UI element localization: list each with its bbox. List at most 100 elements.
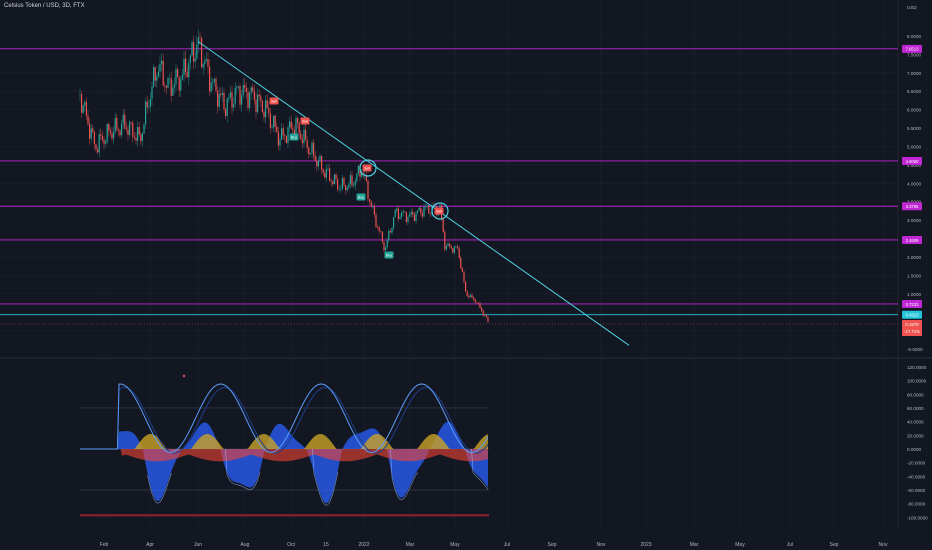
time-tick-label: Sep	[830, 542, 839, 548]
candle-body	[197, 37, 199, 45]
osc-tick-label: -40.0000	[907, 474, 926, 479]
candle-body	[337, 179, 339, 190]
candle-body	[236, 87, 238, 89]
osc-tick-label: -20.0000	[907, 461, 926, 466]
candle-body	[332, 181, 334, 185]
candle-body	[161, 60, 163, 65]
candle-body	[417, 210, 419, 213]
candle-body	[141, 133, 143, 142]
candle-body	[263, 112, 265, 118]
candle-body	[450, 245, 452, 249]
candle-body	[409, 214, 411, 217]
osc-tick-label: -100.0000	[907, 515, 928, 520]
time-tick-label: May	[450, 542, 460, 548]
candle-body	[250, 87, 252, 93]
osc-tick-label: 100.0000	[907, 379, 927, 384]
level-price-label: 0.7233	[906, 302, 919, 307]
candle-body	[330, 180, 332, 182]
candle-body	[295, 117, 297, 135]
candle-body	[442, 218, 444, 232]
candle-body	[484, 315, 486, 316]
candle-body	[322, 169, 324, 173]
candle-body	[154, 67, 156, 81]
currency-label: USD	[907, 5, 917, 10]
candle-body	[209, 66, 211, 92]
candle-body	[162, 60, 164, 86]
candle-body	[453, 246, 455, 253]
candle-body	[287, 127, 289, 144]
candle-body	[124, 114, 126, 128]
candle-body	[455, 246, 457, 248]
candle-body	[269, 113, 271, 128]
time-tick-label: Jul	[504, 542, 510, 548]
osc-blue-area	[80, 421, 488, 504]
time-tick-label: Aug	[241, 542, 250, 548]
candle-body	[167, 78, 169, 88]
candle-body	[111, 133, 113, 139]
candle-body	[199, 37, 201, 39]
candle-body	[101, 136, 103, 141]
candle-body	[252, 87, 254, 92]
time-tick-label: Feb	[100, 542, 109, 548]
price-tick-label: 4.0000	[907, 181, 921, 186]
candle-body	[223, 92, 225, 110]
candle-body	[327, 168, 329, 170]
candle-body	[114, 117, 116, 132]
candle-body	[156, 76, 158, 81]
candle-body	[477, 302, 479, 304]
candle-body	[103, 140, 105, 144]
candle-body	[149, 98, 151, 107]
candle-body	[266, 100, 268, 108]
candle-body	[311, 142, 313, 154]
candle-body	[377, 227, 379, 228]
signal-label: Sell	[271, 100, 277, 104]
candle-body	[255, 99, 257, 113]
candle-body	[186, 72, 188, 78]
time-tick-label: Sep	[548, 542, 557, 548]
candle-body	[325, 169, 327, 178]
candle-body	[290, 121, 292, 129]
candle-body	[241, 95, 243, 105]
candle-body	[281, 128, 283, 140]
candle-body	[385, 247, 387, 251]
candle-body	[345, 185, 347, 191]
chart-root: Celsius Token / USD, 3D, FTX Feb Apr Jun Au…	[0, 0, 932, 550]
candle-body	[221, 92, 223, 95]
candle-body	[268, 107, 270, 114]
candle-body	[276, 126, 278, 132]
candle-body	[306, 139, 308, 148]
candle-body	[159, 64, 161, 72]
time-tick-label: Mar	[690, 542, 699, 548]
candle-body	[125, 127, 127, 130]
candle-body	[233, 103, 235, 108]
candle-body	[415, 212, 417, 222]
candle-body	[105, 141, 107, 144]
chart-canvas[interactable]: Feb Apr Jun Aug Oct 15 2022 Mar May Jul Sep Nov 2023…	[0, 0, 932, 550]
osc-tick-label: 0.0000	[907, 447, 921, 452]
signal-label: Buy	[386, 254, 392, 258]
candle-body	[396, 208, 398, 211]
candle-body	[298, 122, 300, 134]
candle-body	[226, 98, 228, 117]
candle-body	[313, 142, 315, 156]
candle-body	[207, 58, 209, 67]
candle-body	[273, 115, 275, 128]
candle-body	[479, 303, 481, 308]
candle-body	[338, 189, 340, 190]
candle-body	[204, 60, 206, 64]
candle-body	[381, 231, 383, 243]
candle-body	[172, 87, 174, 96]
candle-body	[143, 124, 145, 134]
candle-body	[95, 144, 97, 150]
candle-body	[357, 165, 359, 174]
time-tick-label: Nov	[879, 542, 888, 548]
candle-body	[170, 78, 172, 96]
candle-body	[127, 129, 129, 135]
candle-body	[321, 155, 323, 170]
time-tick-label: 2023	[640, 542, 651, 548]
candle-body	[92, 128, 94, 132]
candle-body	[468, 296, 470, 297]
candle-body	[108, 123, 110, 131]
candle-body	[261, 100, 263, 113]
candle-body	[146, 101, 148, 108]
